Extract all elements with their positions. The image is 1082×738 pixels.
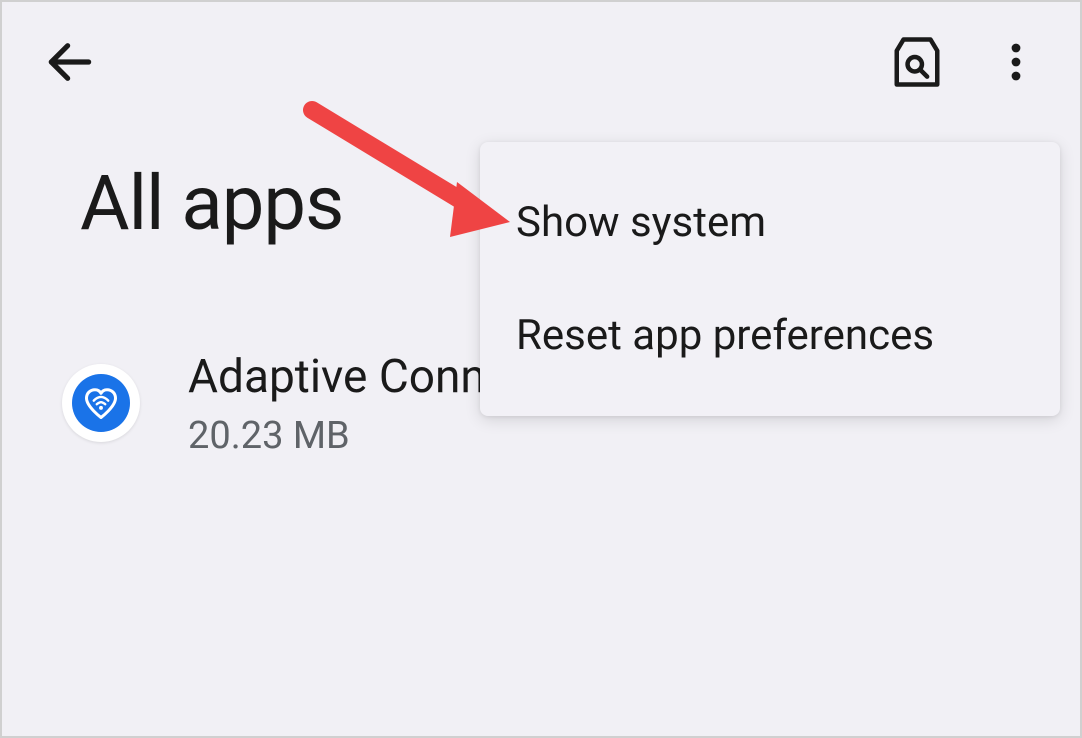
overflow-menu: Show system Reset app preferences bbox=[480, 142, 1060, 416]
app-icon-wrapper bbox=[62, 364, 140, 442]
more-button[interactable] bbox=[992, 38, 1040, 86]
app-settings-screen: All apps Show system Reset app preferenc… bbox=[0, 0, 1082, 738]
heart-wifi-icon bbox=[72, 374, 130, 432]
back-arrow-icon bbox=[42, 34, 98, 90]
search-button[interactable] bbox=[890, 35, 944, 89]
back-button[interactable] bbox=[42, 34, 98, 90]
more-vert-icon bbox=[992, 38, 1040, 86]
app-size: 20.23 MB bbox=[188, 414, 816, 458]
topbar-right bbox=[890, 35, 1040, 89]
page-search-icon bbox=[890, 35, 944, 89]
top-bar bbox=[2, 2, 1080, 110]
menu-item-reset-preferences[interactable]: Reset app preferences bbox=[480, 279, 1060, 392]
menu-item-show-system[interactable]: Show system bbox=[480, 166, 1060, 279]
topbar-left bbox=[42, 34, 98, 90]
